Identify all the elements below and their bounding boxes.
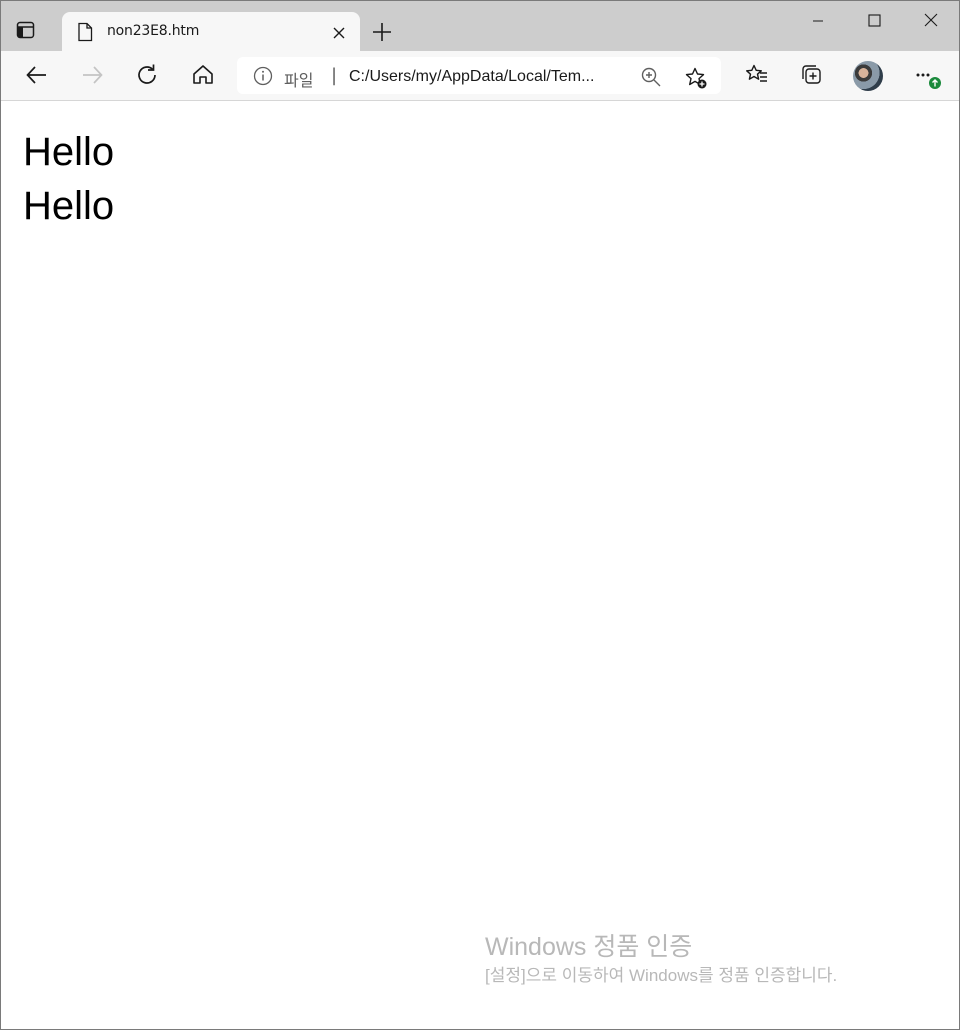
forward-arrow-icon	[83, 66, 103, 84]
home-icon	[193, 65, 213, 84]
windows-activation-title: Windows 정품 인증	[485, 933, 693, 961]
settings-more-button[interactable]	[913, 63, 943, 91]
refresh-icon	[138, 64, 156, 84]
page-content: Hello Hello Windows 정품 인증 [설정]으로 이동하여 Wi…	[1, 101, 959, 1029]
address-url[interactable]: C:/Users/my/AppData/Local/Tem...	[349, 68, 619, 86]
file-icon	[76, 22, 94, 42]
plus-icon	[373, 23, 391, 41]
hello-line-2: Hello	[23, 184, 115, 228]
favorites-icon	[746, 64, 767, 82]
address-separator: |	[331, 65, 338, 86]
collections-button[interactable]	[799, 62, 825, 88]
zoom-in-icon[interactable]	[640, 66, 662, 88]
more-icon	[916, 73, 941, 89]
info-icon[interactable]	[253, 66, 273, 86]
windows-activation-subtitle: [설정]으로 이동하여 Windows를 정품 인증합니다.	[485, 966, 838, 985]
minimize-icon	[813, 20, 823, 22]
back-button[interactable]	[24, 62, 50, 88]
tab-strip: non23E8.htm	[1, 1, 959, 51]
add-favorite-icon[interactable]	[684, 66, 708, 90]
hello-line-1: Hello	[23, 130, 115, 174]
browser-window: non23E8.htm 파일 | C:/Users/my/AppData/Loc…	[0, 0, 960, 1030]
refresh-button[interactable]	[134, 62, 160, 88]
avatar[interactable]	[853, 61, 883, 91]
tab-actions-icon[interactable]	[15, 19, 37, 41]
maximize-icon	[868, 14, 881, 27]
forward-button	[79, 62, 105, 88]
maximize-button[interactable]	[860, 11, 888, 31]
favorites-button[interactable]	[744, 62, 770, 88]
home-button[interactable]	[190, 62, 216, 88]
new-tab-button[interactable]	[371, 21, 393, 43]
collections-icon	[802, 65, 821, 84]
window-close-button[interactable]	[917, 11, 945, 31]
address-bar[interactable]: 파일 | C:/Users/my/AppData/Local/Tem...	[237, 57, 721, 94]
tab-close-icon[interactable]	[331, 25, 347, 41]
tab-active[interactable]: non23E8.htm	[62, 12, 360, 51]
minimize-button[interactable]	[804, 11, 832, 31]
back-arrow-icon	[26, 66, 46, 84]
close-icon	[924, 13, 938, 27]
navigation-toolbar: 파일 | C:/Users/my/AppData/Local/Tem...	[1, 51, 959, 101]
tab-title: non23E8.htm	[107, 23, 200, 39]
address-scheme-label: 파일	[284, 71, 314, 90]
